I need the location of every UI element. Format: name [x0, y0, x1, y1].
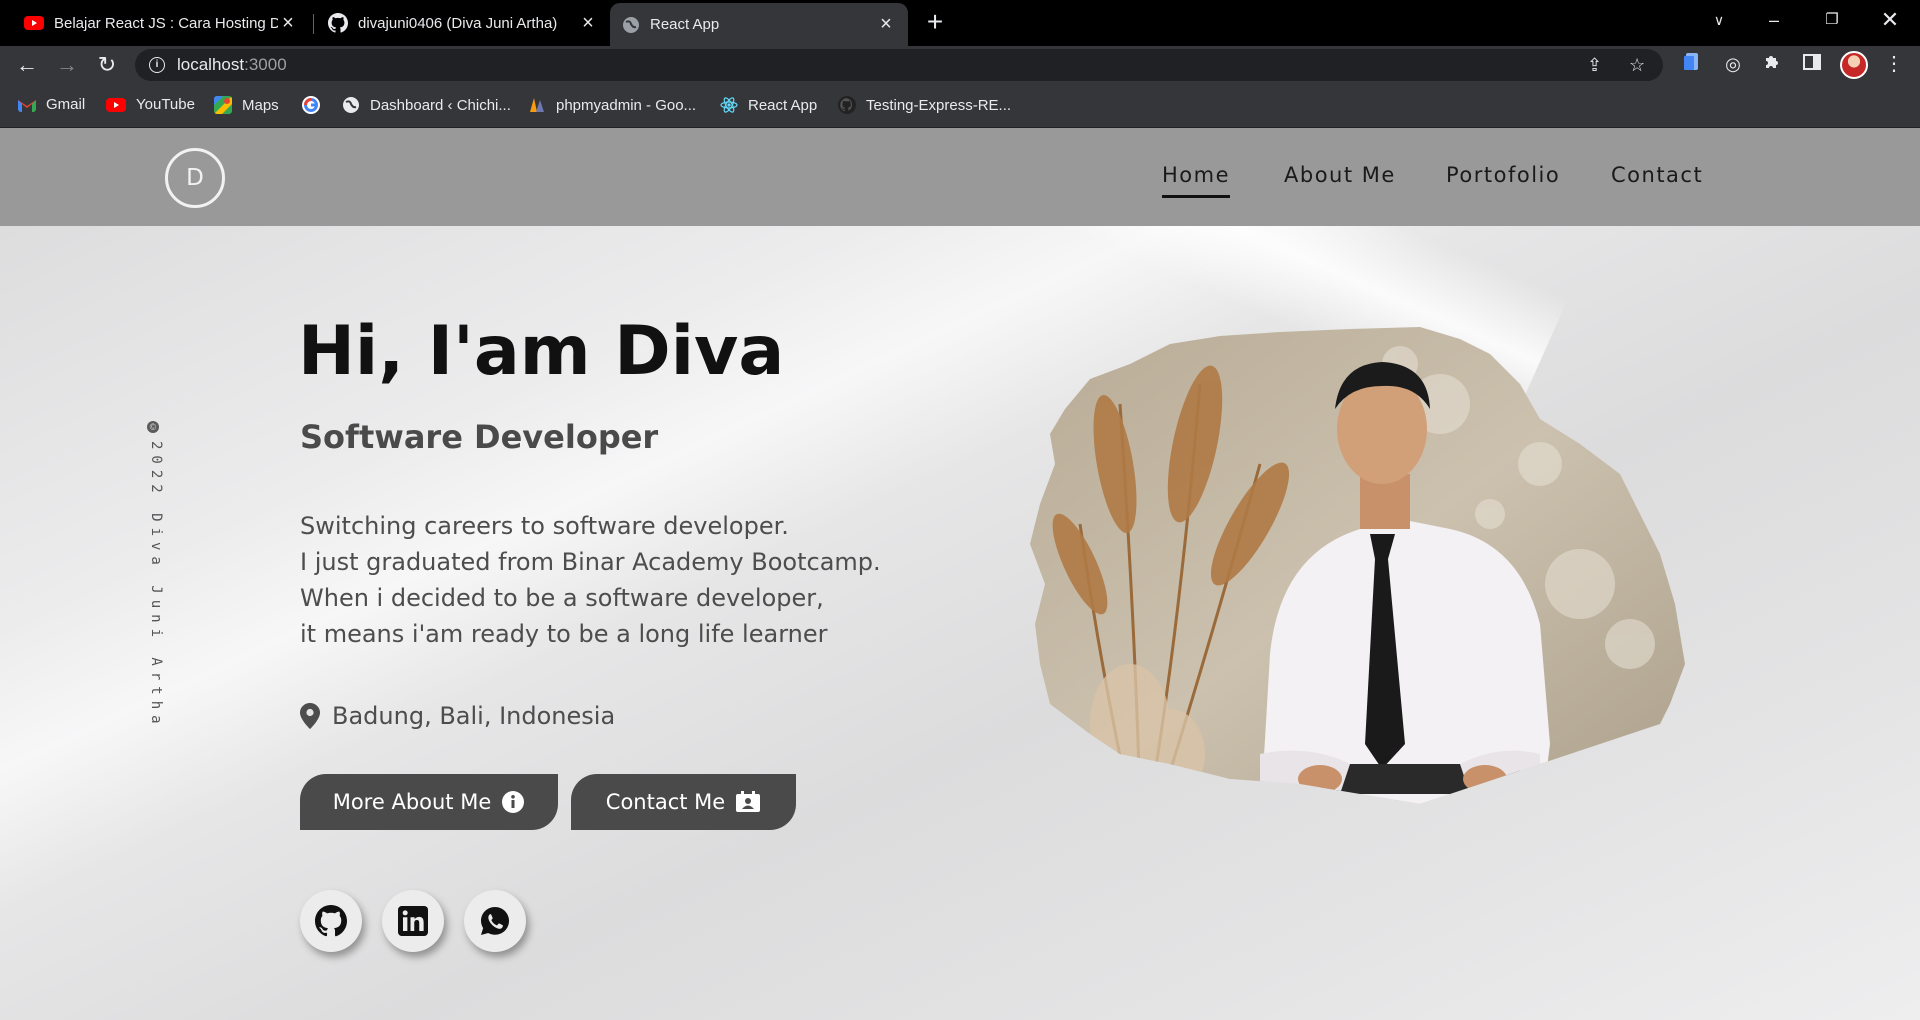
tab-youtube[interactable]: Belajar React JS : Cara Hosting De × [12, 4, 310, 42]
tab-search-icon[interactable]: ∨ [1695, 4, 1743, 36]
back-icon[interactable]: ← [12, 50, 42, 80]
globe-icon [623, 16, 639, 33]
linkedin-link[interactable] [382, 890, 444, 952]
hero-title: Hi, I'am Diva [298, 312, 785, 391]
github-icon [838, 96, 856, 114]
whatsapp-link[interactable] [464, 890, 526, 952]
browser-toolbar: ← → ↻ i localhost:3000 ⇪ ☆ ◎ ⋮ [0, 46, 1920, 84]
contact-card-icon [735, 791, 761, 813]
nav-contact[interactable]: Contact [1611, 163, 1703, 187]
tab-strip: Belajar React JS : Cara Hosting De × div… [0, 0, 1920, 46]
bio-line: I just graduated from Binar Academy Boot… [300, 548, 881, 576]
profile-photo [1030, 327, 1685, 804]
phpmyadmin-icon [530, 98, 544, 112]
bookmark-gmail[interactable]: Gmail [18, 96, 85, 113]
location-text: Badung, Bali, Indonesia [332, 702, 616, 730]
bookmark-youtube[interactable]: YouTube [106, 96, 195, 113]
github-link[interactable] [300, 890, 362, 952]
button-label: Contact Me [605, 790, 726, 814]
side-panel-icon[interactable] [1800, 52, 1824, 76]
reload-icon[interactable]: ↻ [92, 50, 122, 80]
bookmark-testing-express[interactable]: Testing-Express-RE... [838, 96, 1011, 114]
bookmark-dashboard[interactable]: Dashboard ‹ Chichi... [342, 96, 511, 114]
bio-line: it means i'am ready to be a long life le… [300, 620, 828, 648]
globe-icon [343, 97, 359, 113]
minimize-button[interactable]: – [1750, 4, 1798, 36]
copyright-icon: © [147, 421, 159, 433]
bio-line: When i decided to be a software develope… [300, 584, 824, 612]
github-icon [315, 905, 347, 937]
react-icon [720, 97, 738, 113]
contact-me-button[interactable]: Contact Me [571, 774, 796, 830]
more-about-me-button[interactable]: More About Me [300, 774, 558, 830]
tab-title: React App [650, 16, 720, 33]
google-icon [302, 96, 320, 114]
extension-doc-icon[interactable] [1680, 52, 1704, 76]
tab-github[interactable]: divajuni0406 (Diva Juni Artha) × [316, 4, 610, 42]
gmail-icon [18, 99, 36, 112]
hero-bio: Switching careers to software developer.… [300, 508, 881, 652]
close-icon[interactable]: × [278, 12, 298, 35]
linkedin-icon [398, 906, 428, 936]
tab-separator [313, 14, 314, 34]
youtube-icon [24, 16, 44, 30]
youtube-icon [106, 97, 126, 112]
github-icon [328, 13, 348, 33]
close-icon[interactable]: × [578, 12, 598, 35]
profile-avatar[interactable] [1840, 51, 1868, 79]
tab-title: divajuni0406 (Diva Juni Artha) [358, 14, 558, 32]
vertical-copyright: © 2022 Diva Juni Artha [142, 421, 164, 731]
bookmark-phpmyadmin[interactable]: phpmyadmin - Goo... [528, 96, 696, 114]
forward-icon[interactable]: → [52, 50, 82, 80]
close-icon[interactable]: × [876, 13, 896, 36]
tab-title: Belajar React JS : Cara Hosting De [54, 14, 278, 32]
site-navbar: D Home About Me Portofolio Contact [0, 128, 1920, 226]
new-tab-button[interactable]: + [918, 6, 952, 40]
restore-button[interactable]: ❐ [1808, 4, 1856, 36]
location-pin-icon [300, 703, 320, 729]
hero-subtitle: Software Developer [300, 418, 659, 456]
extension-target-icon[interactable]: ◎ [1721, 52, 1745, 76]
nav-portofolio[interactable]: Portofolio [1446, 163, 1560, 187]
address-url[interactable]: localhost:3000 [177, 55, 287, 75]
page-content: D Home About Me Portofolio Contact © 202… [0, 128, 1920, 1020]
bio-line: Switching careers to software developer. [300, 512, 789, 540]
maps-icon [214, 96, 232, 114]
address-bar[interactable]: i localhost:3000 ⇪ ☆ [135, 49, 1663, 81]
bookmark-google[interactable] [302, 96, 330, 114]
info-icon [501, 790, 525, 814]
share-icon[interactable]: ⇪ [1587, 55, 1602, 76]
nav-about-me[interactable]: About Me [1284, 163, 1396, 187]
whatsapp-icon [481, 907, 509, 935]
button-label: More About Me [332, 790, 492, 814]
nav-home[interactable]: Home [1162, 163, 1231, 198]
bookmarks-bar: Gmail YouTube Maps Dashboard ‹ Chichi...… [0, 84, 1920, 128]
copyright-text: 2022 Diva Juni Artha [148, 441, 164, 730]
close-window-button[interactable]: ✕ [1866, 4, 1914, 36]
bookmark-star-icon[interactable]: ☆ [1629, 55, 1645, 76]
bookmark-maps[interactable]: Maps [214, 96, 279, 114]
location: Badung, Bali, Indonesia [300, 702, 615, 730]
extensions-puzzle-icon[interactable] [1760, 52, 1784, 76]
tab-react-app[interactable]: React App × [610, 3, 908, 46]
menu-kebab-icon[interactable]: ⋮ [1882, 52, 1906, 76]
site-logo[interactable]: D [165, 148, 225, 208]
site-info-icon[interactable]: i [149, 57, 165, 73]
bookmark-react-app[interactable]: React App [720, 96, 817, 114]
